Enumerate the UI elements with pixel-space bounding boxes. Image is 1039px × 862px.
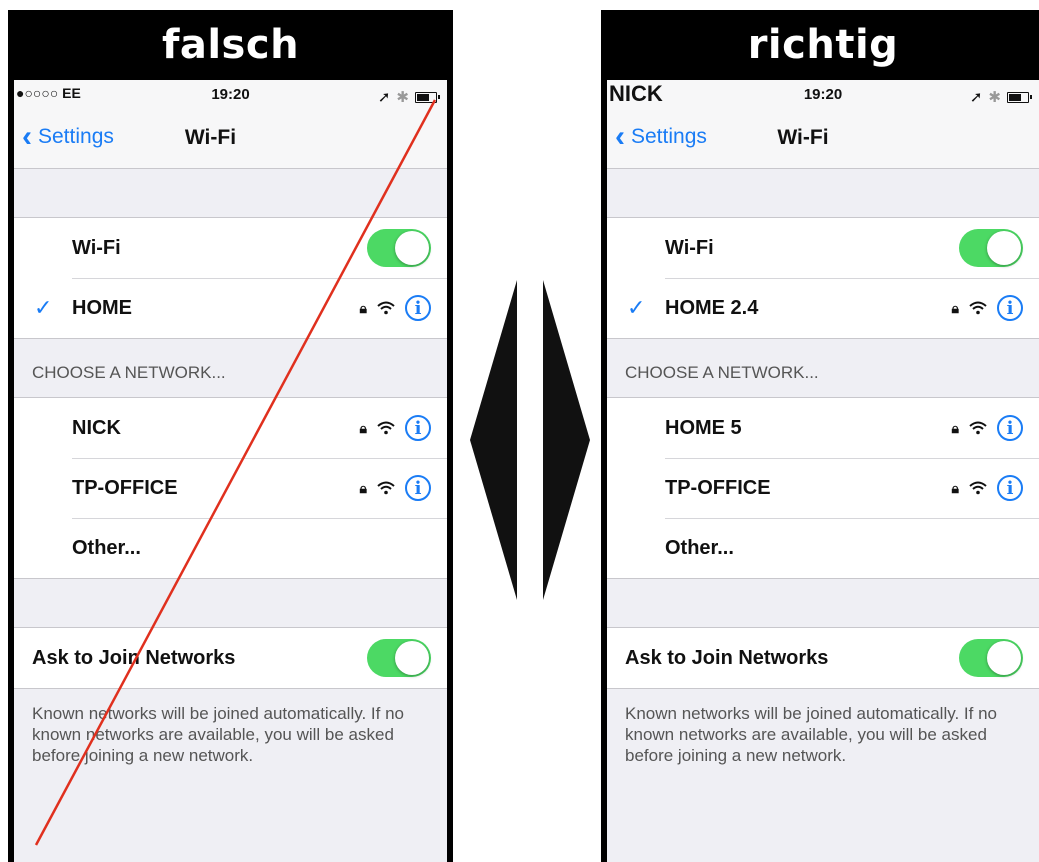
- wifi-icon: [969, 421, 987, 435]
- nav-bar: ‹ Settings Wi-Fi: [14, 110, 447, 169]
- other-label: Other...: [72, 536, 141, 559]
- ask-join-row: Ask to Join Networks: [14, 628, 447, 688]
- wifi-icon: [377, 301, 395, 315]
- info-icon[interactable]: i: [997, 295, 1023, 321]
- phone-screen-wrong: ●○○○○ EE 19:20 ➚ ✱ ‹ Settings Wi-Fi Wi-F…: [14, 80, 447, 862]
- network-row[interactable]: NICK 🔒︎ i: [14, 398, 447, 458]
- battery-icon: [1007, 91, 1032, 103]
- panel-wrong: falsch ●○○○○ EE 19:20 ➚ ✱ ‹ Settings Wi-…: [8, 10, 453, 862]
- network-name: HOME: [72, 296, 132, 319]
- location-icon: ➚: [377, 89, 391, 106]
- network-list: HOME 5 🔒︎ i TP-OFFICE 🔒︎ i Other...: [607, 397, 1039, 579]
- info-icon[interactable]: i: [997, 415, 1023, 441]
- ask-join-group: Ask to Join Networks: [607, 627, 1039, 689]
- footer-note: Known networks will be joined automatica…: [32, 704, 404, 765]
- panel-correct: richtig NICK 19:20 ➚ ✱ ‹ Settings Wi-Fi …: [601, 10, 1039, 862]
- section-header: CHOOSE A NETWORK...: [32, 363, 226, 382]
- network-row[interactable]: TP-OFFICE 🔒︎ i: [14, 458, 447, 518]
- nav-bar: ‹ Settings Wi-Fi: [607, 110, 1039, 169]
- ask-join-label: Ask to Join Networks: [32, 646, 236, 669]
- lock-icon: 🔒︎: [951, 479, 959, 496]
- info-icon[interactable]: i: [405, 475, 431, 501]
- network-name: HOME 2.4: [665, 296, 759, 319]
- section-header: CHOOSE A NETWORK...: [625, 363, 819, 382]
- network-name: TP-OFFICE: [665, 476, 771, 499]
- wifi-icon: [377, 421, 395, 435]
- status-bar: NICK 19:20 ➚ ✱: [607, 80, 1039, 110]
- connected-network-row[interactable]: ✓ HOME 🔒︎ i: [14, 278, 447, 338]
- other-label: Other...: [665, 536, 734, 559]
- wifi-group: Wi-Fi ✓ HOME 2.4 🔒︎ i: [607, 217, 1039, 339]
- wifi-icon: [969, 301, 987, 315]
- lock-icon: 🔒︎: [359, 419, 367, 436]
- wifi-toggle-row: Wi-Fi: [607, 218, 1039, 278]
- network-name: TP-OFFICE: [72, 476, 178, 499]
- connected-network-row[interactable]: ✓ HOME 2.4 🔒︎ i: [607, 278, 1039, 338]
- ask-join-toggle[interactable]: [367, 639, 431, 677]
- wifi-icon: [969, 481, 987, 495]
- ask-join-toggle[interactable]: [959, 639, 1023, 677]
- info-icon[interactable]: i: [405, 415, 431, 441]
- network-name: NICK: [72, 416, 121, 439]
- ask-join-row: Ask to Join Networks: [607, 628, 1039, 688]
- network-row[interactable]: TP-OFFICE 🔒︎ i: [607, 458, 1039, 518]
- wifi-toggle-row: Wi-Fi: [14, 218, 447, 278]
- info-icon[interactable]: i: [997, 475, 1023, 501]
- checkmark-icon: ✓: [627, 295, 646, 320]
- panel-header-correct: richtig: [747, 22, 899, 68]
- double-arrow-icon: [470, 280, 590, 600]
- footer-note: Known networks will be joined automatica…: [625, 704, 997, 765]
- network-list: NICK 🔒︎ i TP-OFFICE 🔒︎ i Other...: [14, 397, 447, 579]
- page-title: Wi-Fi: [777, 126, 829, 149]
- lock-icon: 🔒︎: [359, 299, 367, 316]
- wifi-label: Wi-Fi: [72, 236, 121, 259]
- lock-icon: 🔒︎: [359, 479, 367, 496]
- wifi-label: Wi-Fi: [665, 236, 714, 259]
- panel-header-wrong: falsch: [161, 22, 300, 68]
- wifi-group: Wi-Fi ✓ HOME 🔒︎ i: [14, 217, 447, 339]
- lock-icon: 🔒︎: [951, 299, 959, 316]
- phone-screen-correct: NICK 19:20 ➚ ✱ ‹ Settings Wi-Fi Wi-Fi ✓: [607, 80, 1039, 862]
- wifi-toggle[interactable]: [959, 229, 1023, 267]
- status-bar: ●○○○○ EE 19:20 ➚ ✱: [14, 80, 447, 110]
- info-icon[interactable]: i: [405, 295, 431, 321]
- bluetooth-icon: ✱: [988, 89, 1001, 106]
- other-network-row[interactable]: Other...: [607, 518, 1039, 578]
- wifi-toggle[interactable]: [367, 229, 431, 267]
- battery-icon: [415, 91, 440, 103]
- ask-join-group: Ask to Join Networks: [14, 627, 447, 689]
- bluetooth-icon: ✱: [396, 89, 409, 106]
- wifi-icon: [377, 481, 395, 495]
- checkmark-icon: ✓: [34, 295, 53, 320]
- lock-icon: 🔒︎: [951, 419, 959, 436]
- other-network-row[interactable]: Other...: [14, 518, 447, 578]
- ask-join-label: Ask to Join Networks: [625, 646, 829, 669]
- network-name: HOME 5: [665, 416, 742, 439]
- network-row[interactable]: HOME 5 🔒︎ i: [607, 398, 1039, 458]
- location-icon: ➚: [969, 89, 983, 106]
- page-title: Wi-Fi: [184, 126, 237, 149]
